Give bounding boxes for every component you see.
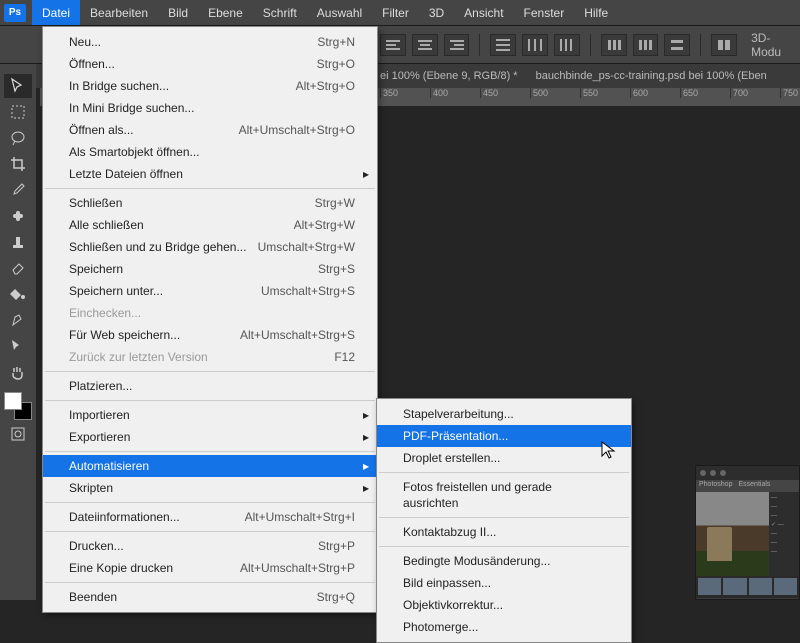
path-tool[interactable] [4, 334, 32, 358]
file-menu-item[interactable]: Alle schließenAlt+Strg+W [43, 214, 377, 236]
file-menu-item[interactable]: Als Smartobjekt öffnen... [43, 141, 377, 163]
mode-icon[interactable] [711, 34, 737, 56]
distribute-icon[interactable] [490, 34, 516, 56]
file-menu-item[interactable]: Automatisieren▸ [43, 455, 377, 477]
pen-tool[interactable] [4, 308, 32, 332]
distribute-icon[interactable] [601, 34, 627, 56]
automate-submenu: Stapelverarbeitung...PDF-Präsentation...… [376, 398, 632, 643]
automate-item[interactable]: Bedingte Modusänderung... [377, 550, 631, 572]
move-tool[interactable] [4, 74, 32, 98]
preview-tabs: PhotoshopEssentials [696, 480, 799, 492]
document-tab[interactable]: ei 100% (Ebene 9, RGB/8) * [380, 70, 518, 82]
file-menu-dropdown: Neu...Strg+NÖffnen...Strg+OIn Bridge suc… [42, 26, 378, 613]
automate-item[interactable]: PDF-Präsentation... [377, 425, 631, 447]
automate-item[interactable]: Bild einpassen... [377, 572, 631, 594]
automate-item[interactable]: Objektivkorrektur... [377, 594, 631, 616]
file-menu-item[interactable]: Neu...Strg+N [43, 31, 377, 53]
align-icon[interactable] [380, 34, 406, 56]
color-swatch[interactable] [4, 392, 32, 420]
file-menu-item[interactable]: Drucken...Strg+P [43, 535, 377, 557]
align-icon[interactable] [444, 34, 470, 56]
file-menu-item[interactable]: BeendenStrg+Q [43, 586, 377, 608]
preview-image [696, 492, 769, 576]
file-menu-item[interactable]: SchließenStrg+W [43, 192, 377, 214]
file-menu-item[interactable]: Für Web speichern...Alt+Umschalt+Strg+S [43, 324, 377, 346]
file-menu-item[interactable]: Speichern unter...Umschalt+Strg+S [43, 280, 377, 302]
automate-item[interactable]: Photomerge... [377, 616, 631, 638]
file-menu-item[interactable]: Skripten▸ [43, 477, 377, 499]
cursor-icon [600, 440, 616, 465]
app-icon: Ps [4, 4, 26, 22]
stamp-tool[interactable] [4, 230, 32, 254]
menu-3d[interactable]: 3D [419, 0, 454, 25]
crop-tool[interactable] [4, 152, 32, 176]
menu-bar: Ps DateiBearbeitenBildEbeneSchriftAuswah… [0, 0, 800, 26]
file-menu-item[interactable]: Importieren▸ [43, 404, 377, 426]
automate-item[interactable]: Stapelverarbeitung... [377, 403, 631, 425]
menu-hilfe[interactable]: Hilfe [574, 0, 618, 25]
document-tab[interactable]: bauchbinde_ps-cc-training.psd bei 100% (… [536, 70, 767, 82]
preview-side-panel: ———✓ ———— [769, 492, 799, 576]
menu-filter[interactable]: Filter [372, 0, 419, 25]
preview-window: PhotoshopEssentials ———✓ ———— [695, 465, 800, 600]
distribute-icon[interactable] [522, 34, 548, 56]
automate-item[interactable]: Droplet erstellen... [377, 447, 631, 469]
automate-item[interactable]: Fotos freistellen und gerade ausrichten [377, 476, 631, 514]
align-icon[interactable] [412, 34, 438, 56]
file-menu-item[interactable]: Öffnen als...Alt+Umschalt+Strg+O [43, 119, 377, 141]
menu-ansicht[interactable]: Ansicht [454, 0, 513, 25]
tools-panel [0, 64, 36, 600]
file-menu-item[interactable]: In Bridge suchen...Alt+Strg+O [43, 75, 377, 97]
file-menu-item[interactable]: In Mini Bridge suchen... [43, 97, 377, 119]
menu-schrift[interactable]: Schrift [253, 0, 307, 25]
thumbnail-strip [696, 576, 799, 598]
menu-auswahl[interactable]: Auswahl [307, 0, 372, 25]
file-menu-item[interactable]: Exportieren▸ [43, 426, 377, 448]
file-menu-item[interactable]: SpeichernStrg+S [43, 258, 377, 280]
eyedropper-tool[interactable] [4, 178, 32, 202]
distribute-icon[interactable] [633, 34, 659, 56]
hand-tool[interactable] [4, 360, 32, 384]
file-menu-item[interactable]: Schließen und zu Bridge gehen...Umschalt… [43, 236, 377, 258]
window-controls [696, 466, 799, 480]
distribute-icon[interactable] [664, 34, 690, 56]
file-menu-item[interactable]: Platzieren... [43, 375, 377, 397]
quickmask-icon[interactable] [4, 422, 32, 446]
distribute-icon[interactable] [554, 34, 580, 56]
marquee-tool[interactable] [4, 100, 32, 124]
file-menu-item[interactable]: Öffnen...Strg+O [43, 53, 377, 75]
automate-item[interactable]: Kontaktabzug II... [377, 521, 631, 543]
menu-bild[interactable]: Bild [158, 0, 198, 25]
file-menu-item: Zurück zur letzten VersionF12 [43, 346, 377, 368]
menu-ebene[interactable]: Ebene [198, 0, 253, 25]
lasso-tool[interactable] [4, 126, 32, 150]
mode-label[interactable]: 3D-Modu [751, 31, 800, 59]
menu-bearbeiten[interactable]: Bearbeiten [80, 0, 158, 25]
file-menu-item[interactable]: Letzte Dateien öffnen▸ [43, 163, 377, 185]
eraser-tool[interactable] [4, 256, 32, 280]
file-menu-item: Einchecken... [43, 302, 377, 324]
menu-datei[interactable]: Datei [32, 0, 80, 25]
healing-tool[interactable] [4, 204, 32, 228]
bucket-tool[interactable] [4, 282, 32, 306]
file-menu-item[interactable]: Eine Kopie druckenAlt+Umschalt+Strg+P [43, 557, 377, 579]
file-menu-item[interactable]: Dateiinformationen...Alt+Umschalt+Strg+I [43, 506, 377, 528]
menu-fenster[interactable]: Fenster [514, 0, 575, 25]
